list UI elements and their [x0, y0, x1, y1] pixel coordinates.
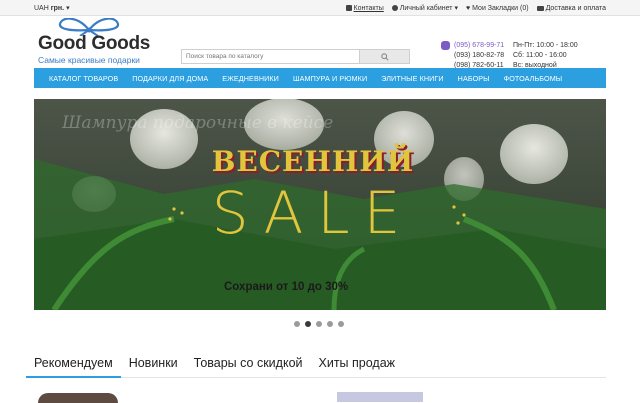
currency-code: UAH — [34, 5, 49, 12]
slider-dot[interactable] — [294, 321, 300, 327]
tab-bestsellers[interactable]: Хиты продаж — [311, 352, 404, 378]
tab-recommended[interactable]: Рекомендуем — [26, 352, 121, 378]
product-image[interactable] — [337, 392, 423, 402]
wishlist-link[interactable]: ♥ Мои Закладки (0) — [466, 4, 529, 12]
contacts-link-label: Контакты — [353, 4, 384, 12]
caret-down-icon: ▾ — [454, 5, 458, 12]
working-hours: Пн-Пт: 10:00 - 18:00 Сб: 11:00 - 16:00 В… — [513, 41, 578, 71]
hours-weekdays: Пн-Пт: 10:00 - 18:00 — [513, 42, 578, 49]
caret-down-icon: ▾ — [66, 5, 70, 12]
banner-subtitle: Сохрани от 10 до 30% — [224, 281, 349, 293]
slider-pagination — [294, 321, 344, 327]
slider-dot[interactable] — [338, 321, 344, 327]
heart-icon: ♥ — [465, 4, 471, 12]
product-tabs: Рекомендуем Новинки Товары со скидкой Хи… — [26, 352, 606, 378]
top-bar: UAH грн. ▾ Контакты Личный кабинет ▾ ♥ М… — [0, 0, 640, 16]
slider-dot-active[interactable] — [305, 321, 311, 327]
search-box — [181, 49, 410, 64]
logo-brand: Good Goods — [38, 33, 151, 54]
header: Good Goods Самые красивые подарки (095) … — [0, 16, 640, 71]
user-icon — [391, 5, 398, 11]
promo-banner[interactable]: Шампура подарочные в кейсе ВЕСЕННИЙ SALE… — [34, 99, 606, 310]
delivery-link[interactable]: Доставка и оплата — [536, 4, 606, 12]
search-input[interactable] — [182, 50, 359, 63]
phone-number[interactable]: (093) 180-82-78 — [441, 51, 504, 61]
account-link-label: Личный кабинет — [399, 4, 453, 12]
account-link[interactable]: Личный кабинет ▾ — [391, 4, 458, 12]
nav-item-elite-books[interactable]: Элитные книги — [374, 74, 450, 83]
slider-dot[interactable] — [316, 321, 322, 327]
product-image[interactable] — [38, 393, 118, 403]
contacts-link[interactable]: Контакты — [345, 4, 384, 12]
nav-item-diaries[interactable]: Ежедневники — [215, 74, 286, 83]
tab-new[interactable]: Новинки — [121, 352, 186, 378]
tab-discounted[interactable]: Товары со скидкой — [186, 352, 311, 378]
search-icon — [380, 52, 389, 61]
viber-icon — [441, 41, 450, 50]
truck-icon — [536, 5, 544, 11]
hours-saturday: Сб: 11:00 - 16:00 — [513, 52, 567, 59]
banner-headline-sale: SALE — [211, 179, 415, 247]
logo[interactable]: Good Goods Самые красивые подарки — [34, 16, 154, 66]
slider-dot[interactable] — [327, 321, 333, 327]
logo-tagline: Самые красивые подарки — [38, 55, 140, 65]
currency-suffix: грн. — [50, 5, 65, 12]
wishlist-link-label: Мои Закладки (0) — [472, 4, 529, 12]
nav-item-home-gifts[interactable]: Подарки для дома — [125, 74, 215, 83]
phone-number[interactable]: (095) 678-99-71 — [441, 41, 504, 51]
nav-item-catalog[interactable]: Каталог товаров — [42, 74, 125, 83]
banner-script-text: Шампура подарочные в кейсе — [62, 113, 334, 133]
phone-icon — [345, 5, 352, 11]
top-links: Контакты Личный кабинет ▾ ♥ Мои Закладки… — [345, 4, 606, 12]
banner-headline-top: ВЕСЕННИЙ — [211, 145, 415, 178]
delivery-link-label: Доставка и оплата — [545, 4, 606, 12]
search-button[interactable] — [359, 50, 409, 63]
phone-list: (095) 678-99-71 (093) 180-82-78 (098) 78… — [441, 41, 504, 71]
nav-item-skewers[interactable]: Шампура и рюмки — [286, 74, 374, 83]
main-nav: Каталог товаров Подарки для дома Ежеднев… — [34, 68, 606, 88]
nav-item-photo-albums[interactable]: Фотоальбомы — [497, 74, 570, 83]
nav-item-sets[interactable]: Наборы — [451, 74, 497, 83]
currency-selector[interactable]: UAH грн. ▾ — [34, 4, 70, 12]
